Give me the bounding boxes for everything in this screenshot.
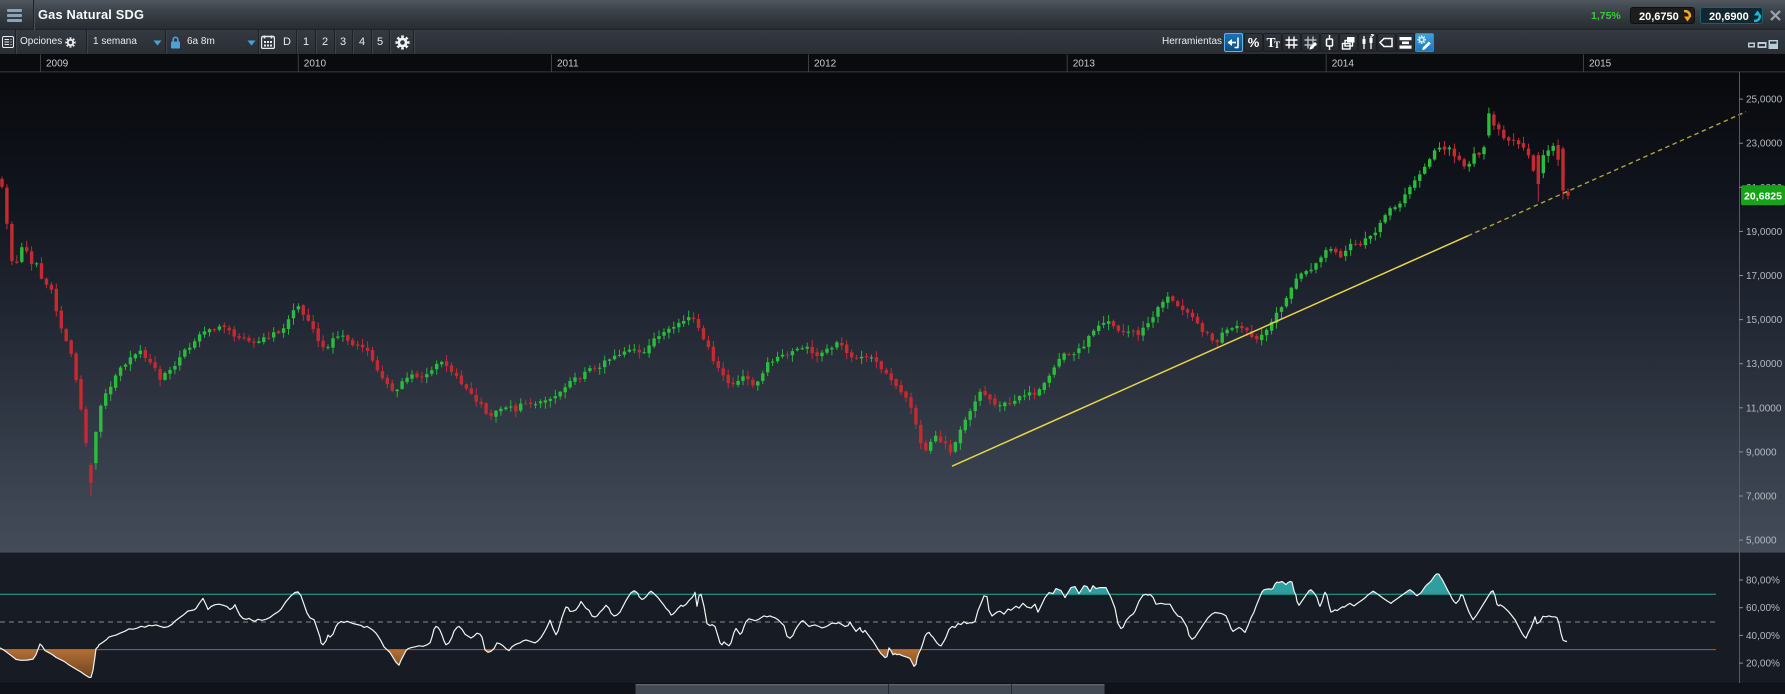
svg-text:2011: 2011: [557, 59, 579, 70]
svg-text:2015: 2015: [1589, 59, 1612, 70]
svg-text:80,00%: 80,00%: [1746, 576, 1780, 587]
svg-text:2013: 2013: [1073, 59, 1096, 70]
svg-text:2009: 2009: [46, 59, 69, 70]
svg-text:17,0000: 17,0000: [1746, 271, 1783, 282]
svg-text:20,6825: 20,6825: [1744, 190, 1782, 202]
svg-text:13,0000: 13,0000: [1746, 359, 1783, 370]
svg-text:15,0000: 15,0000: [1746, 315, 1783, 326]
svg-text:40,00%: 40,00%: [1746, 631, 1780, 642]
svg-text:11,0000: 11,0000: [1746, 403, 1782, 414]
svg-text:%: %: [1248, 35, 1260, 50]
svg-text:5,0000: 5,0000: [1746, 536, 1777, 547]
svg-text:T: T: [1274, 40, 1280, 50]
svg-text:2012: 2012: [814, 59, 837, 70]
svg-text:7,0000: 7,0000: [1746, 492, 1777, 503]
svg-text:2014: 2014: [1332, 59, 1355, 70]
svg-text:9,0000: 9,0000: [1746, 447, 1777, 458]
svg-text:20,00%: 20,00%: [1746, 659, 1780, 670]
svg-text:23,0000: 23,0000: [1746, 139, 1783, 150]
svg-text:2010: 2010: [304, 59, 327, 70]
svg-text:25,0000: 25,0000: [1746, 95, 1783, 106]
svg-text:19,0000: 19,0000: [1746, 227, 1783, 238]
svg-text:60,00%: 60,00%: [1746, 603, 1780, 614]
